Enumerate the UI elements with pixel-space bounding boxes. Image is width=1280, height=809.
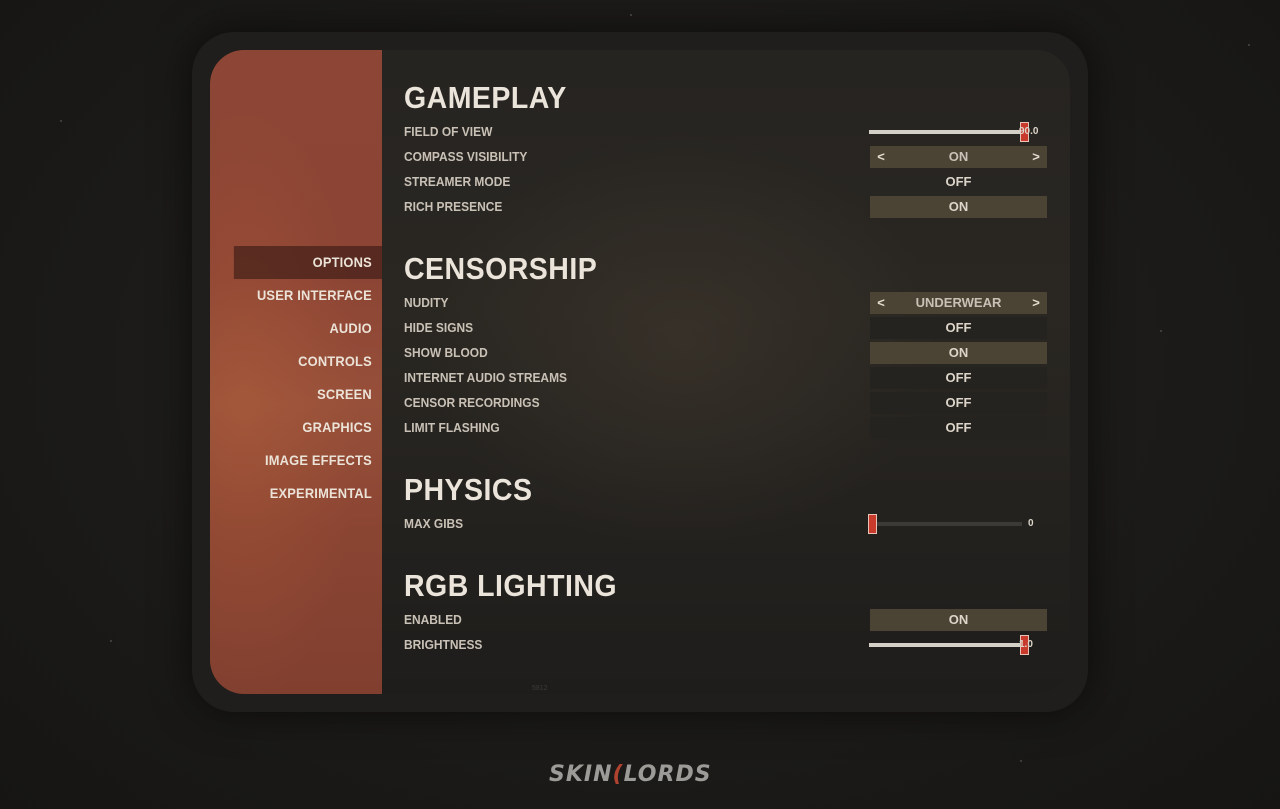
setting-label: COMPASS VISIBILITY [404,149,528,164]
section-title-gameplay: GAMEPLAY [404,80,567,115]
sidebar-item-options[interactable]: OPTIONS [233,246,382,279]
slider-thumb[interactable] [868,514,877,534]
nudity-selector: < UNDERWEAR > [870,292,1047,314]
setting-row-show-blood: SHOW BLOOD ON [382,342,1070,364]
show-blood-toggle[interactable]: ON [870,342,1047,364]
sidebar-item-image-effects[interactable]: IMAGE EFFECTS [234,444,382,477]
background-speck [1248,44,1250,46]
chevron-right-icon[interactable]: > [1025,146,1047,168]
setting-label: HIDE SIGNS [404,320,474,335]
setting-label: NUDITY [404,295,449,310]
setting-label: RICH PRESENCE [404,199,503,214]
setting-row-streamer-mode: STREAMER MODE OFF [382,171,1070,193]
selector-value: UNDERWEAR [915,295,1002,310]
setting-row-compass-visibility: COMPASS VISIBILITY < ON > [382,146,1070,168]
logo-text-left: SKIN [549,762,613,787]
sidebar-item-screen[interactable]: SCREEN [234,378,382,411]
sidebar-item-controls[interactable]: CONTROLS [234,345,382,378]
setting-row-field-of-view: FIELD OF VIEW 90.0 [382,121,1070,143]
compass-visibility-selector: < ON > [870,146,1047,168]
setting-row-enabled: ENABLED ON [382,609,1070,631]
chevron-left-icon[interactable]: < [870,292,892,314]
sidebar-nav: OPTIONS USER INTERFACE AUDIO CONTROLS SC… [221,246,382,510]
slider-fill [869,130,1024,134]
censor-recordings-toggle[interactable]: OFF [870,392,1047,414]
logo-text-right: LORDS [623,762,712,787]
sidebar-item-graphics[interactable]: GRAPHICS [234,411,382,444]
setting-row-nudity: NUDITY < UNDERWEAR > [382,292,1070,314]
setting-label: CENSOR RECORDINGS [404,395,540,410]
setting-label: ENABLED [404,612,462,627]
section-title-physics: PHYSICS [404,472,533,507]
skinlords-logo: SKIN(LORDS [549,762,712,787]
setting-label: SHOW BLOOD [404,345,488,360]
limit-flashing-toggle[interactable]: OFF [870,417,1047,439]
slider-track [872,522,1022,526]
background-speck [1020,760,1022,762]
setting-row-hide-signs: HIDE SIGNS OFF [382,317,1070,339]
selector-value: ON [948,149,969,164]
brightness-value: 1.0 [1019,639,1033,650]
chevron-right-icon[interactable]: > [1025,292,1047,314]
setting-row-censor-recordings: CENSOR RECORDINGS OFF [382,392,1070,414]
background-speck [1160,330,1162,332]
streamer-mode-toggle[interactable]: OFF [870,171,1047,193]
max-gibs-value: 0 [1028,518,1034,529]
setting-label: FIELD OF VIEW [404,124,493,139]
sidebar: OPTIONS USER INTERFACE AUDIO CONTROLS SC… [210,50,382,694]
hide-signs-toggle[interactable]: OFF [870,317,1047,339]
chevron-left-icon[interactable]: < [870,146,892,168]
options-panel: OPTIONS USER INTERFACE AUDIO CONTROLS SC… [210,50,1070,694]
setting-row-limit-flashing: LIMIT FLASHING OFF [382,417,1070,439]
sidebar-item-user-interface[interactable]: USER INTERFACE [234,279,382,312]
background-speck [110,640,112,642]
internet-audio-streams-toggle[interactable]: OFF [870,367,1047,389]
setting-row-brightness: BRIGHTNESS 1.0 [382,634,1070,656]
setting-row-max-gibs: MAX GIBS 0 [382,513,1070,535]
rgb-enabled-toggle[interactable]: ON [870,609,1047,631]
setting-label: MAX GIBS [404,516,464,531]
settings-content: GAMEPLAY FIELD OF VIEW 90.0 COMPASS VISI… [382,50,1070,694]
setting-label: STREAMER MODE [404,174,511,189]
sidebar-item-audio[interactable]: AUDIO [234,312,382,345]
background-speck [60,120,62,122]
brightness-slider[interactable] [867,634,1029,656]
section-title-rgb-lighting: RGB LIGHTING [404,568,618,603]
background-speck [630,14,632,16]
section-title-censorship: CENSORSHIP [404,251,598,286]
setting-label: LIMIT FLASHING [404,420,500,435]
field-of-view-slider[interactable] [867,121,1029,143]
setting-label: INTERNET AUDIO STREAMS [404,370,568,385]
setting-row-internet-audio-streams: INTERNET AUDIO STREAMS OFF [382,367,1070,389]
logo-knife-icon: ( [612,762,624,787]
build-number: 5812 [532,685,548,692]
rich-presence-toggle[interactable]: ON [870,196,1047,218]
field-of-view-value: 90.0 [1019,126,1039,137]
setting-label: BRIGHTNESS [404,637,483,652]
slider-fill [869,643,1024,647]
sidebar-item-experimental[interactable]: EXPERIMENTAL [234,477,382,510]
max-gibs-slider[interactable] [868,513,1022,535]
setting-row-rich-presence: RICH PRESENCE ON [382,196,1070,218]
